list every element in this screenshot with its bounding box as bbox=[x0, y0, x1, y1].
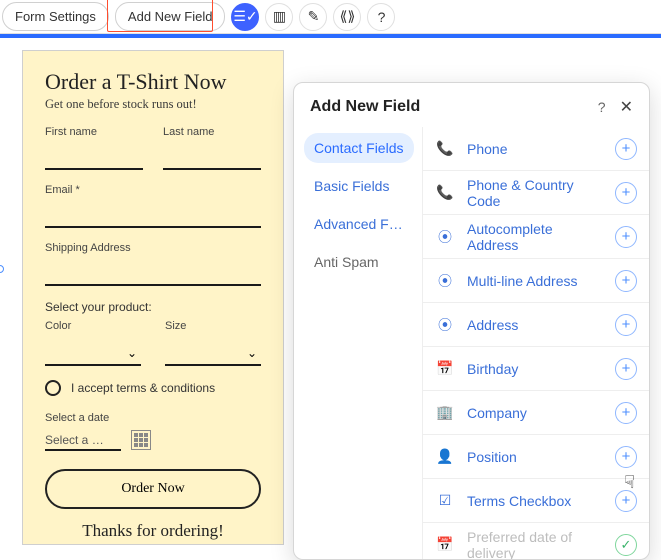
field-label: Multi-line Address bbox=[467, 273, 603, 289]
editor-toolbar: Form Settings Add New Field ☰✓ ▥ ✎ ⟪⟫ ? bbox=[0, 0, 661, 34]
field-added-icon[interactable]: ✓ bbox=[615, 534, 637, 556]
date-input[interactable]: Select a … bbox=[45, 433, 121, 451]
form-preview: Order a T-Shirt Now Get one before stock… bbox=[22, 50, 284, 545]
color-label: Color bbox=[45, 320, 141, 332]
terms-checkbox-row[interactable]: I accept terms & conditions bbox=[45, 380, 261, 396]
color-select[interactable]: Color ⌄ bbox=[45, 320, 141, 366]
last-name-label: Last name bbox=[163, 126, 261, 138]
field-option[interactable]: 🏢 Company + bbox=[423, 391, 649, 435]
panel-tab[interactable]: Anti Spam bbox=[304, 247, 414, 277]
email-input[interactable] bbox=[45, 202, 261, 228]
field-label: Company bbox=[467, 405, 603, 421]
close-icon[interactable]: ✕ bbox=[620, 97, 633, 117]
field-label: Position bbox=[467, 449, 603, 465]
field-type-icon: 🏢 bbox=[435, 404, 455, 421]
field-option[interactable]: 📞 Phone & Country Code + bbox=[423, 171, 649, 215]
code-icon[interactable]: ⟪⟫ bbox=[333, 3, 361, 31]
list-check-icon[interactable]: ☰✓ bbox=[231, 3, 259, 31]
first-name-input[interactable] bbox=[45, 144, 143, 170]
form-settings-button[interactable]: Form Settings bbox=[2, 2, 109, 31]
last-name-input[interactable] bbox=[163, 144, 261, 170]
add-field-button[interactable]: + bbox=[615, 270, 637, 292]
help-icon[interactable]: ? bbox=[367, 3, 395, 31]
editor-canvas: Order a T-Shirt Now Get one before stock… bbox=[0, 40, 661, 551]
field-label: Preferred date of delivery bbox=[467, 529, 603, 560]
field-label: Autocomplete Address bbox=[467, 221, 603, 253]
field-label: Address bbox=[467, 317, 603, 333]
field-type-icon: 👤 bbox=[435, 448, 455, 465]
add-field-button[interactable]: + bbox=[615, 446, 637, 468]
chevron-down-icon: ⌄ bbox=[247, 346, 257, 360]
field-type-icon: ⦿ bbox=[435, 227, 455, 247]
field-option[interactable]: 📞 Phone + bbox=[423, 127, 649, 171]
resize-handle-left[interactable] bbox=[0, 265, 4, 273]
field-type-icon: 📅 bbox=[435, 536, 455, 553]
field-type-icon: ⦿ bbox=[435, 271, 455, 291]
size-label: Size bbox=[165, 320, 261, 332]
layout-icon[interactable]: ▥ bbox=[265, 3, 293, 31]
form-subtitle: Get one before stock runs out! bbox=[45, 97, 261, 112]
add-field-panel: Add New Field ? ✕ Contact Fields Basic Fi… bbox=[293, 82, 650, 560]
field-option[interactable]: 📅 Birthday + bbox=[423, 347, 649, 391]
radio-icon bbox=[45, 380, 61, 396]
field-type-icon: 📞 bbox=[435, 140, 455, 157]
add-field-button[interactable]: + bbox=[615, 226, 637, 248]
field-type-icon: 📞 bbox=[435, 184, 455, 201]
order-now-button[interactable]: Order Now bbox=[45, 469, 261, 509]
add-new-field-button[interactable]: Add New Field bbox=[115, 2, 226, 31]
brush-icon[interactable]: ✎ bbox=[299, 3, 327, 31]
field-label: Birthday bbox=[467, 361, 603, 377]
calendar-icon[interactable] bbox=[131, 430, 151, 450]
panel-header: Add New Field ? ✕ bbox=[294, 83, 649, 127]
date-section-label: Select a date bbox=[45, 412, 261, 424]
terms-label: I accept terms & conditions bbox=[71, 381, 215, 395]
panel-title: Add New Field bbox=[310, 98, 420, 116]
add-field-button[interactable]: + bbox=[615, 402, 637, 424]
field-option[interactable]: ⦿ Autocomplete Address + bbox=[423, 215, 649, 259]
panel-tab[interactable]: Contact Fields bbox=[304, 133, 414, 163]
panel-tab[interactable]: Advanced Fie… bbox=[304, 209, 414, 239]
size-select[interactable]: Size ⌄ bbox=[165, 320, 261, 366]
form-title: Order a T-Shirt Now bbox=[45, 69, 261, 95]
panel-tabs: Contact Fields Basic Fields Advanced Fie… A… bbox=[294, 127, 422, 559]
add-field-button[interactable]: + bbox=[615, 138, 637, 160]
field-option[interactable]: 👤 Position + bbox=[423, 435, 649, 479]
first-name-label: First name bbox=[45, 126, 143, 138]
field-type-icon: ☑ bbox=[435, 492, 455, 509]
field-list: 📞 Phone + 📞 Phone & Country Code + ⦿ Autocomple… bbox=[422, 127, 649, 559]
shipping-input[interactable] bbox=[45, 260, 261, 286]
field-type-icon: 📅 bbox=[435, 360, 455, 377]
add-field-button[interactable]: + bbox=[615, 314, 637, 336]
field-option[interactable]: ⦿ Multi-line Address + bbox=[423, 259, 649, 303]
field-label: Phone bbox=[467, 141, 603, 157]
field-option[interactable]: 📅 Preferred date of delivery ✓ bbox=[423, 523, 649, 559]
select-product-label: Select your product: bbox=[45, 300, 261, 314]
field-type-icon: ⦿ bbox=[435, 315, 455, 335]
panel-help-icon[interactable]: ? bbox=[598, 99, 606, 115]
add-field-button[interactable]: + bbox=[615, 490, 637, 512]
field-label: Terms Checkbox bbox=[467, 493, 603, 509]
panel-tab[interactable]: Basic Fields bbox=[304, 171, 414, 201]
add-field-button[interactable]: + bbox=[615, 358, 637, 380]
chevron-down-icon: ⌄ bbox=[127, 346, 137, 360]
field-option[interactable]: ☑ Terms Checkbox + bbox=[423, 479, 649, 523]
shipping-label: Shipping Address bbox=[45, 242, 261, 254]
email-label: Email * bbox=[45, 184, 261, 196]
field-label: Phone & Country Code bbox=[467, 177, 603, 209]
field-option[interactable]: ⦿ Address + bbox=[423, 303, 649, 347]
thanks-message: Thanks for ordering! bbox=[45, 521, 261, 541]
add-field-button[interactable]: + bbox=[615, 182, 637, 204]
selection-border-top bbox=[0, 34, 661, 38]
